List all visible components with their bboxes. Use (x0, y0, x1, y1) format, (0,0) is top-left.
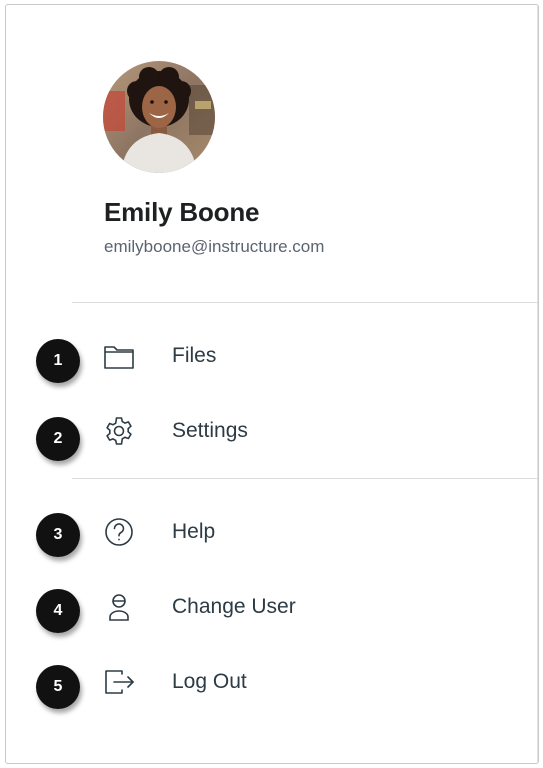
menu-item-label: Log Out (172, 670, 247, 693)
menu-item-log-out[interactable]: Log Out (6, 654, 538, 710)
callout-badge: 4 (36, 589, 80, 633)
avatar[interactable] (103, 61, 215, 173)
callout-badge: 5 (36, 665, 80, 709)
panel-edge (537, 5, 538, 763)
menu-item-files[interactable]: Files (6, 328, 538, 384)
user-name: Emily Boone (104, 197, 260, 227)
user-photo-avatar (103, 61, 215, 173)
callout-badge: 1 (36, 339, 80, 383)
menu-item-help[interactable]: Help (6, 504, 538, 560)
divider (72, 302, 538, 303)
menu-item-settings[interactable]: Settings (6, 403, 538, 459)
user-menu-panel: Emily Boone emilyboone@instructure.com F… (5, 4, 539, 764)
callout-badge: 3 (36, 513, 80, 557)
callout-badge: 2 (36, 417, 80, 461)
logout-icon (102, 666, 136, 698)
menu-item-label: Files (172, 344, 217, 367)
menu-item-label: Help (172, 520, 216, 543)
folder-icon (102, 340, 136, 372)
gear-icon (102, 415, 136, 447)
menu-item-change-user[interactable]: Change User (6, 579, 538, 635)
user-email: emilyboone@instructure.com (104, 237, 325, 256)
change-user-icon (102, 591, 136, 623)
menu-item-label: Change User (172, 595, 296, 618)
divider (72, 478, 538, 479)
menu-item-label: Settings (172, 419, 248, 442)
question-circle-icon (102, 516, 136, 548)
